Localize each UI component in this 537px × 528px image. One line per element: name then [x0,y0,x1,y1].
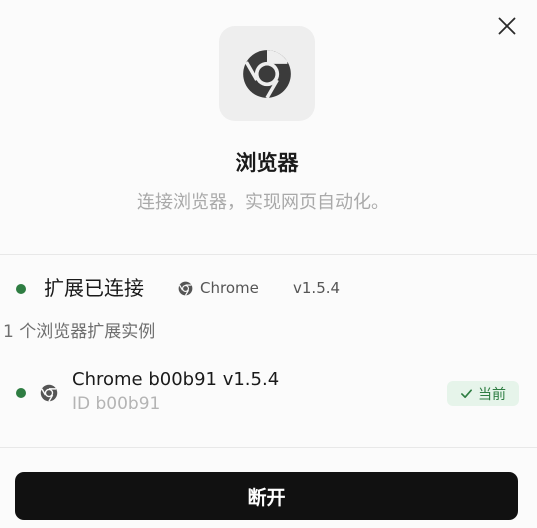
chrome-icon [243,49,291,99]
check-icon [461,389,472,399]
close-button[interactable] [493,12,521,40]
page-subtitle: 连接浏览器，实现网页自动化。 [137,192,389,213]
instance-id: ID b00b91 [72,394,161,414]
browser-hero-icon [219,26,315,121]
instance-count: 1 个浏览器扩展实例 [3,322,156,342]
browser-name: Chrome [200,279,259,297]
extension-version: v1.5.4 [293,279,341,297]
current-badge-label: 当前 [478,386,506,403]
instance-status-dot [16,388,26,398]
page-title: 浏览器 [235,151,299,175]
connection-status-row: 扩展已连接 Chrome v1.5.4 [0,270,537,306]
chrome-icon [40,384,58,402]
status-dot [16,284,26,294]
current-badge: 当前 [447,381,519,406]
status-label: 扩展已连接 [44,276,144,300]
list-item[interactable]: Chrome b00b91 v1.5.4 ID b00b91 当前 [0,364,537,424]
disconnect-button[interactable]: 断开 [15,472,518,520]
divider [0,447,537,448]
instance-name: Chrome b00b91 v1.5.4 [72,369,280,390]
divider [0,254,537,255]
browser-chip: Chrome [178,279,259,297]
close-icon [498,17,516,35]
chrome-icon [178,281,193,296]
